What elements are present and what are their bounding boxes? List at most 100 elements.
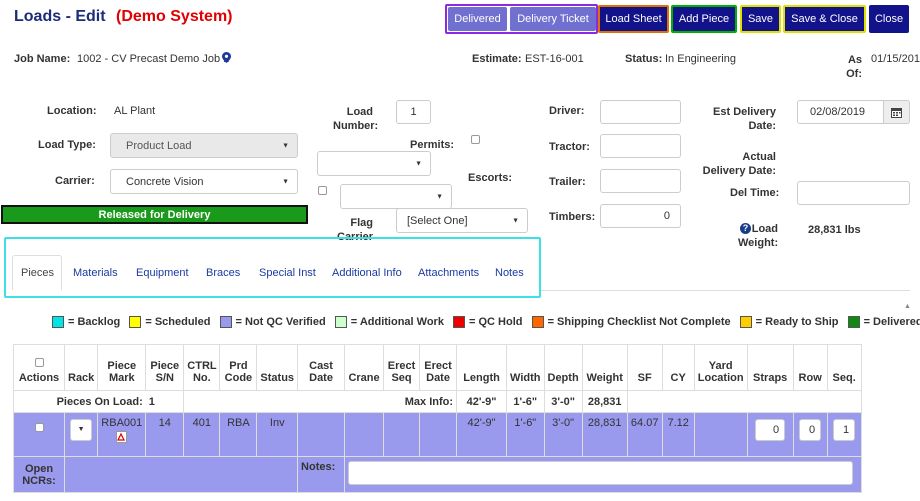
select-all-checkbox[interactable] bbox=[34, 358, 44, 367]
driver-input[interactable] bbox=[600, 100, 681, 124]
row-piece-mark[interactable]: RBA001 bbox=[101, 417, 142, 429]
page-title-text: Loads - Edit bbox=[14, 8, 106, 25]
legend-scheduled-swatch bbox=[129, 316, 142, 328]
row-status: Inv bbox=[256, 412, 299, 457]
ncr-row: Open NCRs: Notes: bbox=[13, 456, 862, 493]
close-button[interactable]: Close bbox=[869, 5, 909, 33]
load-weight-value: 28,831 lbs bbox=[808, 224, 861, 236]
flag-carrier-value: [Select One] bbox=[407, 214, 468, 227]
estimate-value: EST-16-001 bbox=[525, 53, 584, 65]
tab-special-inst[interactable]: Special Inst bbox=[259, 267, 316, 279]
pdf-icon[interactable] bbox=[116, 431, 128, 443]
row-select-checkbox[interactable] bbox=[34, 423, 44, 432]
header-prd-code: Prd Code bbox=[219, 344, 258, 391]
flag-carrier-select[interactable]: [Select One] ▼ bbox=[396, 208, 528, 233]
tab-pieces[interactable]: Pieces bbox=[21, 267, 54, 279]
chevron-down-icon: ▼ bbox=[77, 426, 85, 433]
row-input[interactable]: 0 bbox=[799, 419, 822, 441]
rack-select[interactable]: ▼ bbox=[70, 419, 93, 441]
save-button[interactable]: Save bbox=[740, 5, 781, 33]
legend-ready-to-ship-label: = Ready to Ship bbox=[755, 316, 839, 328]
legend-delivered-swatch bbox=[847, 316, 860, 328]
delivered-button[interactable]: Delivered bbox=[448, 7, 507, 31]
tab-braces[interactable]: Braces bbox=[206, 267, 240, 279]
carrier-select[interactable]: Concrete Vision ▼ bbox=[110, 169, 298, 194]
del-time-input[interactable] bbox=[797, 181, 910, 205]
header-rack: Rack bbox=[63, 344, 99, 391]
calendar-icon[interactable] bbox=[883, 100, 910, 124]
header-status: Status bbox=[256, 344, 299, 391]
map-marker-icon[interactable] bbox=[222, 52, 231, 63]
header-row: Row bbox=[792, 344, 828, 391]
permits-select[interactable]: ▼ bbox=[317, 151, 431, 176]
page-title: Loads - Edit (Demo System) bbox=[14, 8, 233, 26]
header-cy: CY bbox=[661, 344, 695, 391]
permits-label: Permits: bbox=[410, 139, 455, 151]
tab-divider bbox=[541, 290, 910, 291]
header-piece-mark: Piece Mark bbox=[97, 344, 147, 391]
header-yard-location: Yard Location bbox=[693, 344, 748, 391]
delivery-ticket-button[interactable]: Delivery Ticket bbox=[510, 7, 596, 31]
permits-checkbox[interactable] bbox=[471, 135, 480, 144]
status-label: Status: bbox=[625, 53, 663, 65]
demo-system-label: (Demo System) bbox=[116, 8, 233, 25]
add-piece-button[interactable]: Add Piece bbox=[671, 5, 737, 33]
tab-materials[interactable]: Materials bbox=[73, 267, 118, 279]
load-number-input[interactable]: 1 bbox=[396, 100, 431, 124]
save-close-button[interactable]: Save & Close bbox=[783, 5, 866, 33]
pieces-on-load-value: 1 bbox=[145, 390, 185, 413]
carrier-value: Concrete Vision bbox=[126, 175, 204, 188]
load-type-label: Load Type: bbox=[38, 139, 96, 151]
legend-delivered-label: = Delivered bbox=[863, 316, 920, 328]
timbers-label: Timbers: bbox=[549, 211, 596, 223]
legend-not-qc-label: = Not QC Verified bbox=[235, 316, 326, 328]
header-cast-date: Cast Date bbox=[297, 344, 346, 391]
summary-filler bbox=[626, 390, 862, 413]
header-weight: Weight bbox=[581, 344, 628, 391]
legend-shipping-checklist-label: = Shipping Checklist Not Complete bbox=[547, 316, 731, 328]
trailer-label: Trailer: bbox=[549, 176, 586, 188]
row-weight: 28,831 bbox=[581, 412, 628, 457]
carrier-label: Carrier: bbox=[55, 175, 95, 187]
est-delivery-date-input[interactable]: 02/08/2019 bbox=[797, 100, 884, 124]
row-erect-date bbox=[419, 412, 458, 457]
scroll-up-icon[interactable]: ▲ bbox=[904, 303, 911, 310]
row-piece-mark-cell: RBA001 bbox=[97, 412, 147, 457]
trailer-input[interactable] bbox=[600, 169, 681, 193]
legend-ready-to-ship-swatch bbox=[739, 316, 752, 328]
legend-delivered: = Delivered bbox=[847, 316, 920, 328]
legend-scheduled: = Scheduled bbox=[129, 316, 210, 328]
estimate-label: Estimate: bbox=[472, 53, 522, 65]
timbers-input[interactable]: 0 bbox=[600, 204, 681, 228]
legend-shipping-checklist: = Shipping Checklist Not Complete bbox=[531, 316, 731, 328]
as-of-value: 01/15/2019 bbox=[871, 53, 920, 65]
seq-input[interactable]: 1 bbox=[833, 419, 856, 441]
straps-input[interactable]: 0 bbox=[755, 419, 786, 441]
load-type-select[interactable]: Product Load ▼ bbox=[110, 133, 298, 158]
row-erect-seq bbox=[383, 412, 421, 457]
pieces-table: Actions Rack Piece Mark Piece S/N CTRL N… bbox=[12, 344, 862, 493]
tab-attachments[interactable]: Attachments bbox=[418, 267, 479, 279]
tab-additional-info[interactable]: Additional Info bbox=[332, 267, 402, 279]
load-sheet-button[interactable]: Load Sheet bbox=[598, 5, 669, 33]
row-prd-code: RBA bbox=[219, 412, 258, 457]
table-row[interactable]: ▼ RBA001 14 401 RBA Inv 42'-9" 1'-6" 3'-… bbox=[13, 412, 862, 457]
header-straps: Straps bbox=[746, 344, 794, 391]
max-info-label: Max Info: bbox=[183, 390, 458, 413]
del-time-label: Del Time: bbox=[730, 187, 780, 199]
chevron-down-icon: ▼ bbox=[415, 160, 422, 167]
header-actions: Actions bbox=[13, 344, 65, 391]
escorts-checkbox[interactable] bbox=[318, 186, 327, 195]
released-for-delivery-banner: Released for Delivery bbox=[1, 205, 308, 224]
header-crane: Crane bbox=[344, 344, 385, 391]
notes-input[interactable] bbox=[348, 461, 853, 485]
legend-qc-hold-swatch bbox=[453, 316, 466, 328]
row-actions-cell bbox=[13, 412, 65, 457]
tab-equipment[interactable]: Equipment bbox=[136, 267, 189, 279]
tab-notes[interactable]: Notes bbox=[495, 267, 524, 279]
location-label: Location: bbox=[47, 105, 97, 117]
tractor-input[interactable] bbox=[600, 134, 681, 158]
row-width: 1'-6" bbox=[506, 412, 545, 457]
escorts-select[interactable]: ▼ bbox=[340, 184, 452, 209]
actual-delivery-date-label: Actual Delivery Date: bbox=[702, 151, 776, 177]
